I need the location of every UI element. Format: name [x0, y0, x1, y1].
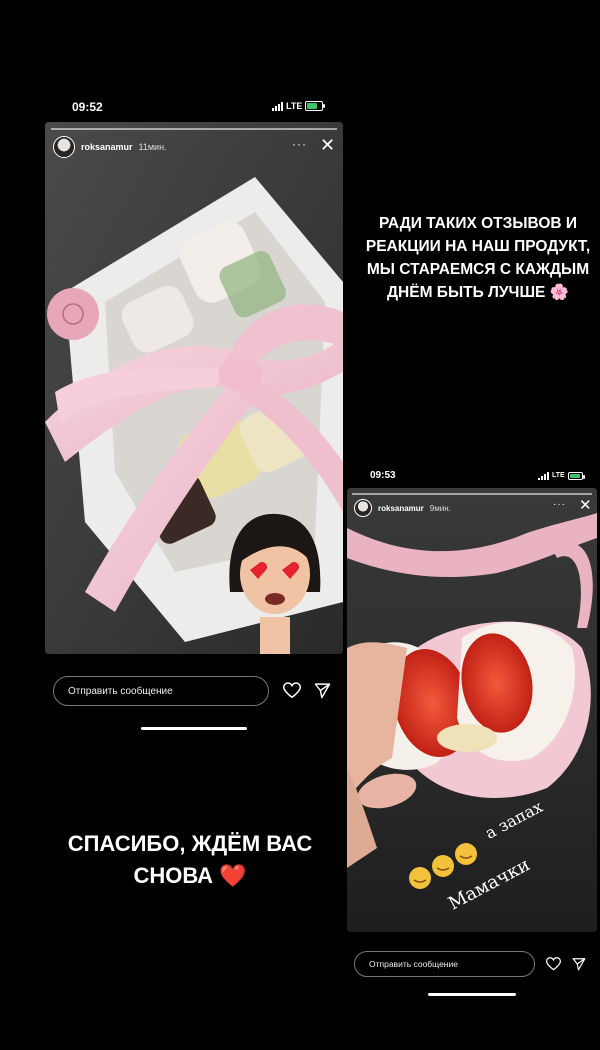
story-username[interactable]: roksanamur	[81, 142, 133, 152]
close-icon[interactable]: ✕	[320, 136, 335, 154]
home-indicator	[141, 727, 247, 730]
caption-top: РАДИ ТАКИХ ОТЗЫВОВ И РЕАКЦИИ НА НАШ ПРОД…	[350, 212, 600, 304]
more-options-icon[interactable]: ···	[553, 499, 566, 510]
avatar[interactable]	[354, 499, 372, 517]
story-progress-bar	[51, 128, 337, 130]
status-indicators: LTE	[538, 471, 585, 480]
send-icon[interactable]	[314, 682, 331, 699]
caption-top-line-3: МЫ СТАРАЕМСЯ С КАЖДЫМ	[366, 261, 590, 278]
story-progress-bar	[352, 493, 592, 495]
caption-bottom-line-2: СНОВА ❤️	[40, 860, 340, 892]
status-indicators: LTE	[272, 101, 326, 111]
story-photo-2[interactable]: а запах Мамачки roksanamur 9мин. ··· ✕	[347, 488, 597, 932]
signal-icon	[272, 101, 283, 111]
home-indicator	[428, 993, 516, 996]
send-message-field[interactable]: Отправить сообщение	[53, 676, 269, 706]
caption-bottom-line-2-text: СНОВА	[133, 863, 214, 888]
status-time: 09:53	[370, 470, 396, 481]
heart-emoji: ❤️	[219, 863, 247, 888]
flower-emoji: 🌸	[549, 284, 569, 301]
heart-icon[interactable]	[546, 957, 561, 971]
network-label: LTE	[286, 101, 303, 111]
caption-bottom-line-1: СПАСИБО, ЖДЁМ ВАС	[67, 831, 313, 856]
story-header: roksanamur 11мин.	[53, 136, 167, 158]
story-photo-1[interactable]: roksanamur 11мин. ··· ✕	[45, 122, 343, 654]
caption-top-line-1: РАДИ ТАКИХ ОТЗЫВОВ И	[378, 215, 578, 232]
send-message-placeholder: Отправить сообщение	[369, 959, 458, 969]
network-label: LTE	[552, 472, 565, 479]
status-time: 09:52	[72, 100, 103, 114]
battery-icon	[567, 471, 585, 480]
story-time-ago: 9мин.	[429, 503, 451, 513]
caption-top-line-4: ДНЁМ БЫТЬ ЛУЧШЕ 🌸	[350, 281, 600, 304]
story-header: roksanamur 9мин.	[354, 499, 451, 517]
heart-icon[interactable]	[283, 682, 301, 699]
more-options-icon[interactable]: ···	[292, 137, 307, 151]
send-message-placeholder: Отправить сообщение	[68, 685, 173, 697]
send-message-field[interactable]: Отправить сообщение	[354, 951, 535, 977]
caption-top-line-2: РЕАКЦИИ НА НАШ ПРОДУКТ,	[365, 238, 591, 255]
send-icon[interactable]	[572, 957, 586, 971]
caption-top-line-4-text: ДНЁМ БЫТЬ ЛУЧШЕ	[386, 284, 546, 301]
battery-icon	[305, 101, 326, 111]
signal-icon	[538, 471, 549, 480]
avatar[interactable]	[53, 136, 75, 158]
caption-bottom: СПАСИБО, ЖДЁМ ВАС СНОВА ❤️	[40, 828, 340, 892]
story-username[interactable]: roksanamur	[378, 504, 424, 513]
gift-box-photo	[45, 122, 343, 654]
close-icon[interactable]: ✕	[579, 498, 592, 513]
strawberry-dessert-photo	[347, 488, 597, 932]
story-time-ago: 11мин.	[138, 142, 167, 152]
